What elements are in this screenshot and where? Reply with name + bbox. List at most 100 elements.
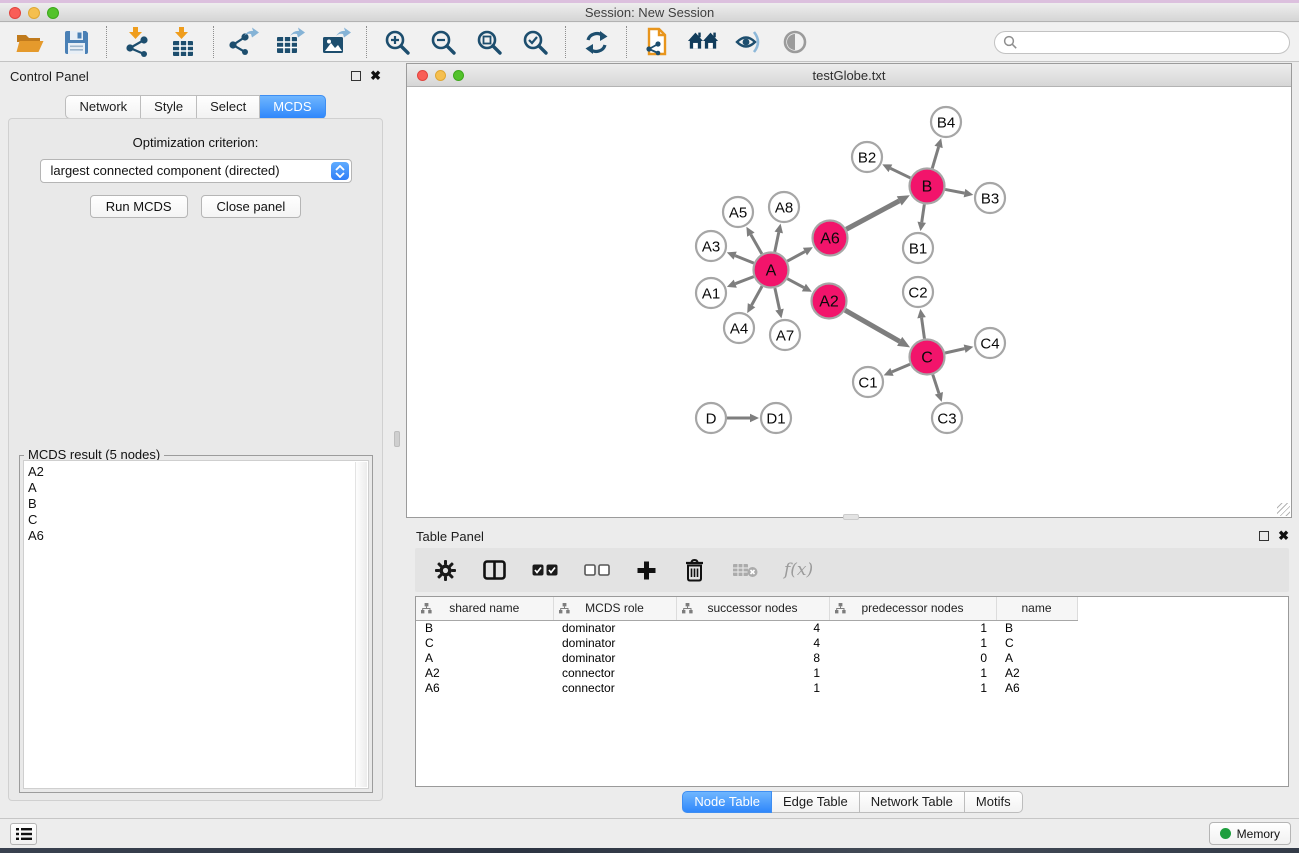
table-cell[interactable]: 1 (829, 635, 996, 650)
import-network-button[interactable] (121, 26, 153, 58)
graph-edge-C-C4[interactable] (945, 349, 965, 353)
graph-edge-C-C3[interactable] (933, 375, 939, 394)
network-window-titlebar[interactable]: testGlobe.txt (407, 64, 1291, 87)
close-panel-button[interactable]: Close panel (201, 195, 302, 218)
table-cell[interactable]: C (416, 635, 553, 650)
graph-edge-B-B4[interactable] (932, 147, 938, 168)
result-list-scrollbar[interactable] (355, 462, 367, 787)
table-cell[interactable]: 0 (829, 650, 996, 665)
graph-edge-B-B3[interactable] (945, 189, 964, 193)
table-cell[interactable]: 4 (676, 620, 829, 635)
table-cell[interactable]: A6 (996, 680, 1077, 695)
table-row[interactable]: A6connector11A6 (416, 680, 1288, 695)
zoom-in-button[interactable] (381, 26, 413, 58)
tab-edge-table[interactable]: Edge Table (772, 791, 860, 813)
tab-network[interactable]: Network (65, 95, 141, 119)
column-header-predecessor-nodes[interactable]: predecessor nodes (829, 597, 996, 620)
graph-edge-A-A3[interactable] (735, 256, 754, 263)
table-cell[interactable]: A (416, 650, 553, 665)
result-list-item[interactable]: A2 (28, 464, 368, 480)
result-list-item[interactable]: A (28, 480, 368, 496)
table-cell[interactable]: connector (553, 680, 676, 695)
table-cell[interactable]: A6 (416, 680, 553, 695)
column-header-MCDS-role[interactable]: MCDS role (553, 597, 676, 620)
result-list-item[interactable]: B (28, 496, 368, 512)
table-cell[interactable]: dominator (553, 650, 676, 665)
refresh-view-button[interactable] (580, 26, 612, 58)
graph-edge-A-A7[interactable] (775, 288, 780, 309)
delete-table-button[interactable] (732, 562, 758, 578)
close-panel-icon[interactable]: ✖ (370, 71, 381, 81)
table-row[interactable]: Cdominator41C (416, 635, 1288, 650)
graph-edge-A6-B[interactable] (846, 201, 899, 229)
show-graphics-details-button[interactable] (779, 26, 811, 58)
task-history-button[interactable] (10, 823, 37, 845)
tab-network-table[interactable]: Network Table (860, 791, 965, 813)
table-cell[interactable]: 4 (676, 635, 829, 650)
graph-edge-B-B1[interactable] (922, 204, 925, 222)
add-column-button[interactable] (636, 560, 657, 581)
column-header-shared-name[interactable]: shared name (416, 597, 553, 620)
tab-node-table[interactable]: Node Table (682, 791, 772, 813)
table-cell[interactable]: 1 (829, 680, 996, 695)
table-cell[interactable]: A2 (416, 665, 553, 680)
zoom-out-button[interactable] (427, 26, 459, 58)
delete-column-button[interactable] (683, 558, 706, 582)
table-row[interactable]: Bdominator41B (416, 620, 1288, 635)
table-cell[interactable]: dominator (553, 635, 676, 650)
table-cell[interactable]: 1 (676, 680, 829, 695)
result-list-item[interactable]: C (28, 512, 368, 528)
graph-edge-A-A6[interactable] (787, 252, 805, 262)
mcds-result-list[interactable]: A2ABCA6 (23, 460, 369, 789)
search-input[interactable] (1018, 33, 1289, 51)
network-graph[interactable]: AA6A2BCA5A8A3A1A4A7B2B4B3B1C2C4C1C3DD1 (407, 88, 1291, 518)
float-panel-icon[interactable] (1259, 531, 1269, 541)
node-table[interactable]: shared nameMCDS rolesuccessor nodesprede… (415, 596, 1289, 787)
float-panel-icon[interactable] (351, 71, 361, 81)
window-resize-grip[interactable] (1277, 503, 1290, 516)
graph-edge-C-C1[interactable] (892, 364, 910, 372)
graph-edge-A-A1[interactable] (735, 277, 753, 284)
function-builder-button[interactable]: f(x) (784, 560, 813, 580)
table-cell[interactable]: B (416, 620, 553, 635)
hide-graphics-details-button[interactable] (733, 26, 765, 58)
table-cell[interactable]: C (996, 635, 1077, 650)
tab-motifs[interactable]: Motifs (965, 791, 1023, 813)
table-row[interactable]: A2connector11A2 (416, 665, 1288, 680)
graph-edge-A-A5[interactable] (751, 235, 762, 254)
table-cell[interactable]: dominator (553, 620, 676, 635)
panel-splitter-handle[interactable] (394, 431, 400, 447)
tab-select[interactable]: Select (197, 95, 260, 119)
graph-edge-A-A4[interactable] (752, 286, 763, 305)
network-canvas[interactable]: AA6A2BCA5A8A3A1A4A7B2B4B3B1C2C4C1C3DD1 (407, 88, 1291, 517)
import-table-button[interactable] (167, 26, 199, 58)
graph-edge-A2-C[interactable] (845, 310, 900, 341)
export-image-button[interactable] (320, 26, 352, 58)
table-cell[interactable]: connector (553, 665, 676, 680)
open-session-button[interactable] (14, 26, 46, 58)
result-list-item[interactable]: A6 (28, 528, 368, 544)
zoom-fit-button[interactable] (473, 26, 505, 58)
show-column-button[interactable] (483, 560, 506, 580)
graph-edge-A-A2[interactable] (787, 279, 804, 288)
save-session-button[interactable] (60, 26, 92, 58)
graph-edge-C-C2[interactable] (922, 318, 925, 339)
memory-button[interactable]: Memory (1209, 822, 1291, 845)
table-cell[interactable]: B (996, 620, 1077, 635)
column-header-successor-nodes[interactable]: successor nodes (676, 597, 829, 620)
table-options-button[interactable] (434, 559, 457, 582)
close-panel-icon[interactable]: ✖ (1278, 531, 1289, 541)
table-cell[interactable]: 1 (829, 620, 996, 635)
table-cell[interactable]: A (996, 650, 1077, 665)
table-cell[interactable]: 1 (829, 665, 996, 680)
table-cell[interactable]: A2 (996, 665, 1077, 680)
export-network-button[interactable] (228, 26, 260, 58)
table-cell[interactable]: 8 (676, 650, 829, 665)
panel-splitter-handle[interactable] (843, 514, 859, 520)
column-header-name[interactable]: name (996, 597, 1077, 620)
deselect-all-button[interactable] (584, 564, 610, 576)
table-row[interactable]: Adominator80A (416, 650, 1288, 665)
home-view-button[interactable] (687, 26, 719, 58)
search-box[interactable] (994, 31, 1290, 54)
graph-edge-A-A8[interactable] (775, 232, 779, 251)
